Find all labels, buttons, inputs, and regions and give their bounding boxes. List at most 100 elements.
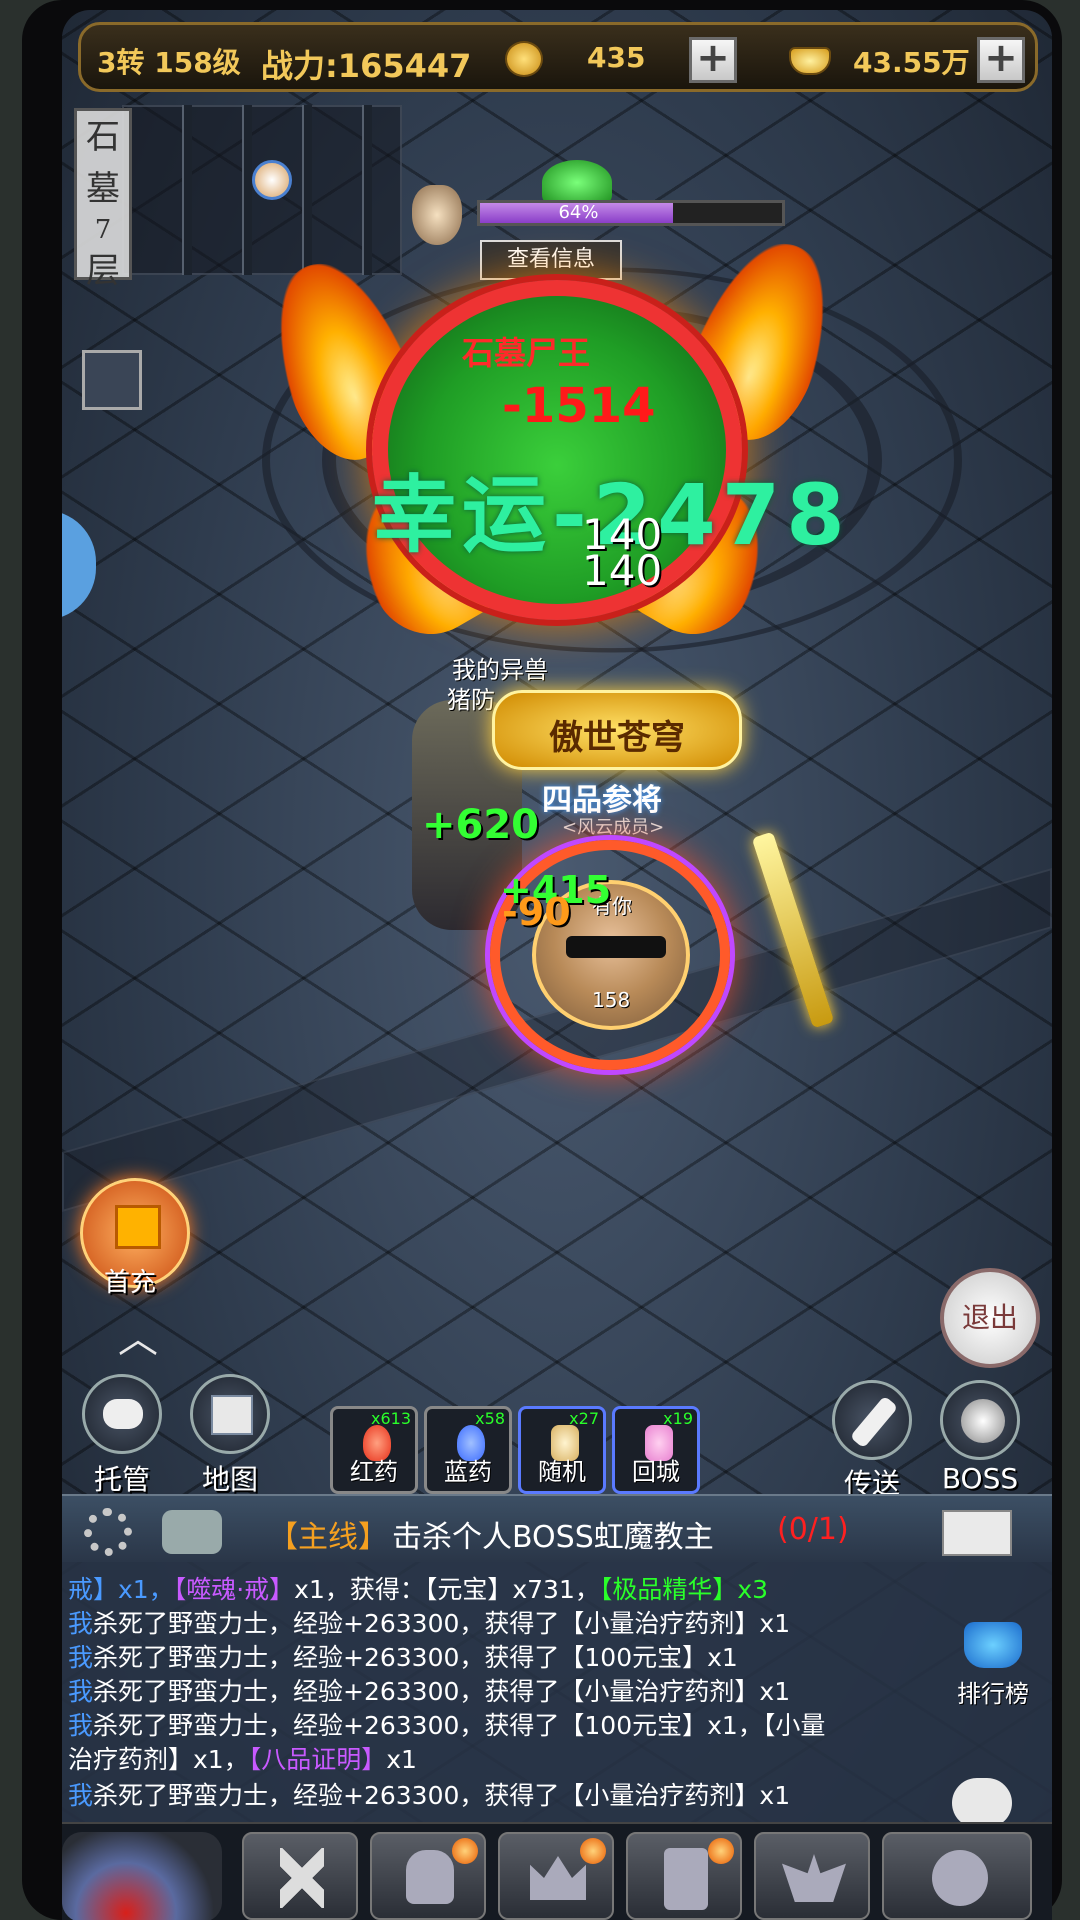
menu-wings-button[interactable] [754, 1832, 870, 1920]
heal-number: +620 [422, 802, 540, 848]
player-avatar-level: 158 [592, 988, 631, 1012]
notification-dot [452, 1838, 478, 1864]
pet-name-label: 猪防 [447, 686, 495, 714]
game-screen: 3转 158级 战力:165447 435 + 43.55万 + 石 墓 7 层… [62, 10, 1052, 1920]
potion-slot-blue[interactable]: x58 蓝药 [424, 1406, 512, 1494]
exit-button[interactable]: 退出 [940, 1268, 1040, 1368]
hp-number: 140 [582, 546, 663, 595]
chat-message: 治疗药剂】x1，【八品证明】x1 [68, 1740, 417, 1776]
settings-gear-icon[interactable] [84, 1508, 132, 1556]
potion-label: 回城 [632, 1458, 680, 1486]
leaderboard-button[interactable]: 排行榜 [950, 1622, 1036, 1712]
chat-item: 【八品证明】 [248, 1745, 387, 1774]
menu-gate-button[interactable] [882, 1832, 1032, 1920]
notification-dot [580, 1838, 606, 1864]
gate-pillar [182, 105, 192, 275]
chat-message: 我杀死了野蛮力士，经验+263300，获得了【小量治疗药剂】x1 [68, 1604, 790, 1640]
chat-message: 我杀死了野蛮力士，经验+263300，获得了【小量治疗药剂】x1 [68, 1672, 790, 1708]
map-name-char: 石 [86, 117, 120, 157]
auto-battle-label: 托管 [93, 1463, 150, 1496]
tower-icon [664, 1848, 708, 1910]
potion-count: x19 [663, 1409, 693, 1428]
chat-message: 我杀死了野蛮力士，经验+263300，获得了【小量治疗药剂】x1 [68, 1776, 790, 1812]
chat-sender: 我 [68, 1643, 94, 1672]
damage-number: -1514 [502, 378, 656, 434]
boss-crest-icon [542, 160, 612, 205]
potion-count: x613 [370, 1409, 411, 1428]
coin-icon [505, 41, 543, 77]
player-guild: <风云成员> [562, 817, 665, 838]
potion-slot-return[interactable]: x19 回城 [612, 1406, 700, 1494]
mail-icon[interactable] [942, 1510, 1012, 1556]
gate-pillar [362, 105, 372, 275]
map-name-char: 墓 [86, 169, 120, 209]
potion-slot-red[interactable]: x613 红药 [330, 1406, 418, 1494]
first-recharge-label: 首充 [104, 1268, 157, 1298]
potion-slot-random[interactable]: x27 随机 [518, 1406, 606, 1494]
chat-text: 杀死了野蛮力士，经验+263300，获得了【100元宝】x1 [93, 1643, 738, 1672]
quest-bar[interactable]: 【主线】 击杀个人BOSS虹魔教主 (0/1) [62, 1494, 1052, 1562]
map-name-char: 层 [86, 251, 120, 291]
chat-text: 杀死了野蛮力士，经验+263300，获得了【小量治疗药剂】x1 [93, 1781, 791, 1810]
boss-label: BOSS [941, 1462, 1019, 1495]
skill-shortcut-button[interactable] [82, 350, 142, 410]
quest-text[interactable]: 击杀个人BOSS虹魔教主 [392, 1512, 714, 1556]
boss-skull-icon [961, 1399, 1005, 1443]
potion-count: x27 [569, 1409, 599, 1428]
boss-button[interactable] [940, 1380, 1020, 1460]
map-button[interactable] [190, 1374, 270, 1454]
chat-sender: 我 [68, 1609, 94, 1638]
chat-text: x1，获得：【元宝】x731， [294, 1575, 600, 1604]
map-name-label: 石 墓 7 层 [74, 108, 132, 291]
leaderboard-label: 排行榜 [957, 1680, 1029, 1708]
player-title: 傲世苍穹 [549, 718, 685, 758]
view-info-button[interactable]: 查看信息 [480, 240, 622, 280]
chat-text: 杀死了野蛮力士，经验+263300，获得了【100元宝】x1，【小量 [93, 1711, 826, 1740]
combat-power: 战力:165447 [261, 47, 472, 85]
bottom-menu-bar [62, 1822, 1052, 1920]
collapse-arrow-icon[interactable]: ︿ [118, 1306, 158, 1364]
menu-tower-button[interactable] [626, 1832, 742, 1920]
menu-crown-button[interactable] [498, 1832, 614, 1920]
potion-label: 红药 [350, 1458, 398, 1486]
coin-count: 435 [587, 41, 646, 74]
boss-skull-icon [412, 185, 462, 245]
teleport-button[interactable] [832, 1380, 912, 1460]
auto-battle-button[interactable] [82, 1374, 162, 1454]
add-ingots-button[interactable]: + [977, 37, 1025, 83]
gamepad-icon [103, 1399, 143, 1429]
potion-label: 随机 [538, 1458, 586, 1486]
chat-log[interactable]: 戒】x1，【噬魂·戒】x1，获得：【元宝】x731，【极品精华】x3 我杀死了野… [62, 1562, 1052, 1822]
chat-bubble-icon[interactable] [952, 1778, 1012, 1828]
dragon-orb-icon[interactable] [62, 1832, 222, 1920]
wings-icon [782, 1854, 846, 1902]
menu-helmet-button[interactable] [370, 1832, 486, 1920]
chat-item: 【极品精华】 [599, 1575, 738, 1604]
add-coins-button[interactable]: + [689, 37, 737, 83]
ingot-icon [789, 47, 831, 75]
player-level: 3转 158级 [97, 46, 241, 79]
chat-text: 治疗药剂】x1， [68, 1745, 249, 1774]
side-expand-tab[interactable] [62, 510, 96, 620]
chat-sender: 我 [68, 1677, 94, 1706]
crossed-swords-icon [280, 1848, 324, 1908]
sunglasses-icon [566, 936, 666, 958]
gift-box-icon [115, 1205, 161, 1249]
top-status-bar: 3转 158级 战力:165447 435 + 43.55万 + [78, 22, 1038, 92]
scroll-icon [849, 1395, 899, 1449]
potion-label: 蓝药 [444, 1458, 492, 1486]
npc-marker-icon[interactable] [252, 160, 292, 200]
chat-text: 杀死了野蛮力士，经验+263300，获得了【小量治疗药剂】x1 [93, 1609, 791, 1638]
chat-text: 杀死了野蛮力士，经验+263300，获得了【小量治疗药剂】x1 [93, 1677, 791, 1706]
chat-sender: 我 [68, 1711, 94, 1740]
potion-count: x58 [475, 1409, 505, 1428]
chat-message: 我杀死了野蛮力士，经验+263300，获得了【100元宝】x1，【小量 [68, 1706, 825, 1742]
map-icon [211, 1395, 253, 1435]
notification-dot [708, 1838, 734, 1864]
damage-number: -90 [502, 890, 571, 934]
quest-progress: (0/1) [777, 1512, 849, 1547]
phone-frame: 3转 158级 战力:165447 435 + 43.55万 + 石 墓 7 层… [0, 0, 1080, 1920]
menu-combat-button[interactable] [242, 1832, 358, 1920]
quest-tag: 【主线】 [268, 1520, 388, 1555]
strength-icon[interactable] [162, 1510, 222, 1554]
